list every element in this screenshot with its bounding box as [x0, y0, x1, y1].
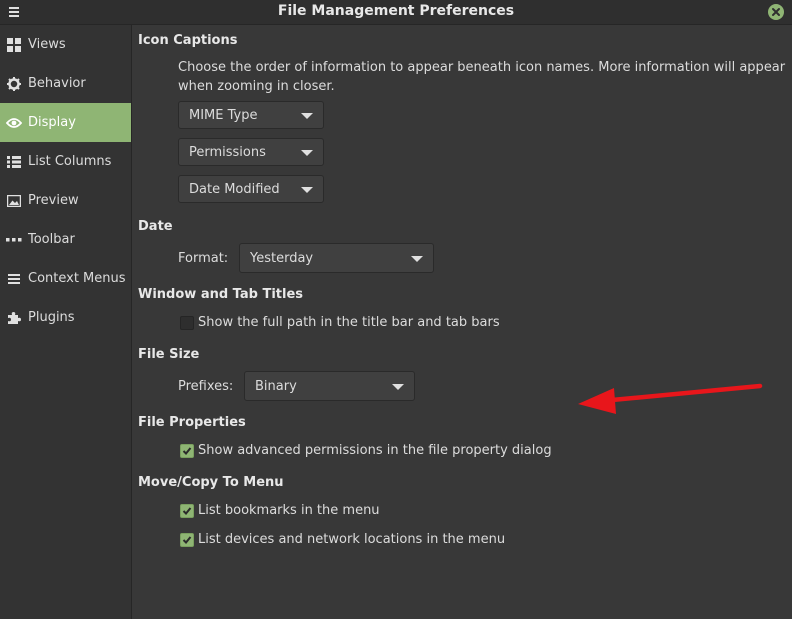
close-button[interactable]: [768, 4, 784, 20]
caption-combo-1[interactable]: MIME Type: [178, 101, 324, 129]
prefixes-label: Prefixes:: [178, 379, 234, 394]
full-path-checkbox-row[interactable]: Show the full path in the title bar and …: [180, 315, 500, 330]
chevron-down-icon: [301, 187, 313, 193]
window-titles-heading: Window and Tab Titles: [138, 287, 304, 302]
move-copy-heading: Move/Copy To Menu: [138, 475, 284, 490]
sidebar-item-label: Preview: [28, 193, 79, 208]
advanced-permissions-checkbox[interactable]: [180, 443, 194, 458]
close-icon: [772, 8, 780, 16]
preferences-window: File Management Preferences Views Behavi…: [0, 0, 792, 619]
sidebar-item-plugins[interactable]: Plugins: [0, 298, 131, 337]
full-path-label: Show the full path in the title bar and …: [198, 315, 500, 330]
caption-combo-3-value: Date Modified: [189, 182, 280, 197]
sidebar-item-label: Toolbar: [28, 232, 75, 247]
caption-combo-1-value: MIME Type: [189, 108, 258, 123]
chevron-down-icon: [411, 256, 423, 262]
sidebar-item-views[interactable]: Views: [0, 25, 131, 64]
eye-icon: [6, 115, 22, 131]
checkmark-icon: [182, 535, 192, 544]
file-properties-heading: File Properties: [138, 415, 246, 430]
file-size-heading: File Size: [138, 347, 200, 362]
prefixes-value: Binary: [255, 379, 297, 394]
sidebar-item-context-menus[interactable]: Context Menus: [0, 259, 131, 298]
date-format-value: Yesterday: [250, 251, 314, 266]
window-title: File Management Preferences: [277, 3, 515, 19]
gear-icon: [6, 76, 22, 92]
devices-label: List devices and network locations in th…: [198, 532, 506, 547]
sidebar-item-label: Behavior: [28, 76, 86, 91]
bookmarks-checkbox-row[interactable]: List bookmarks in the menu: [180, 503, 380, 518]
display-settings-panel: Icon Captions Choose the order of inform…: [132, 25, 792, 619]
date-format-combo[interactable]: Yesterday: [239, 243, 434, 273]
chevron-down-icon: [301, 113, 313, 119]
sidebar-item-behavior[interactable]: Behavior: [0, 64, 131, 103]
sidebar-item-toolbar[interactable]: Toolbar: [0, 220, 131, 259]
icon-captions-description: Choose the order of information to appea…: [178, 60, 786, 94]
date-heading: Date: [138, 219, 173, 234]
sidebar-item-label: Views: [28, 37, 66, 52]
grid-icon: [6, 37, 22, 53]
chevron-down-icon: [301, 150, 313, 156]
dots-icon: [6, 232, 22, 248]
prefixes-combo[interactable]: Binary: [244, 371, 415, 401]
list-icon: [6, 154, 22, 170]
sidebar-item-preview[interactable]: Preview: [0, 181, 131, 220]
sidebar-item-display[interactable]: Display: [0, 103, 131, 142]
full-path-checkbox[interactable]: [180, 315, 194, 330]
caption-combo-2[interactable]: Permissions: [178, 138, 324, 166]
chevron-down-icon: [392, 384, 404, 390]
bookmarks-checkbox[interactable]: [180, 503, 194, 518]
caption-combo-2-value: Permissions: [189, 145, 266, 160]
checkmark-icon: [182, 446, 192, 455]
checkmark-icon: [182, 506, 192, 515]
sidebar-item-label: Display: [28, 115, 76, 130]
menu-icon: [6, 271, 22, 287]
date-format-label: Format:: [178, 251, 229, 266]
devices-checkbox-row[interactable]: List devices and network locations in th…: [180, 532, 505, 547]
titlebar: File Management Preferences: [0, 0, 792, 25]
advanced-permissions-label: Show advanced permissions in the file pr…: [198, 443, 552, 458]
sidebar-item-label: Context Menus: [28, 271, 126, 286]
advanced-permissions-checkbox-row[interactable]: Show advanced permissions in the file pr…: [180, 443, 552, 458]
devices-checkbox[interactable]: [180, 532, 194, 547]
sidebar-item-label: Plugins: [28, 310, 75, 325]
caption-combo-3[interactable]: Date Modified: [178, 175, 324, 203]
sidebar: Views Behavior Display List Columns Prev…: [0, 25, 132, 619]
sidebar-item-label: List Columns: [28, 154, 112, 169]
sidebar-item-list-columns[interactable]: List Columns: [0, 142, 131, 181]
puzzle-icon: [6, 310, 22, 326]
image-icon: [6, 193, 22, 209]
icon-captions-heading: Icon Captions: [138, 33, 238, 48]
bookmarks-label: List bookmarks in the menu: [198, 503, 380, 518]
red-annotation-arrow: [578, 383, 763, 414]
